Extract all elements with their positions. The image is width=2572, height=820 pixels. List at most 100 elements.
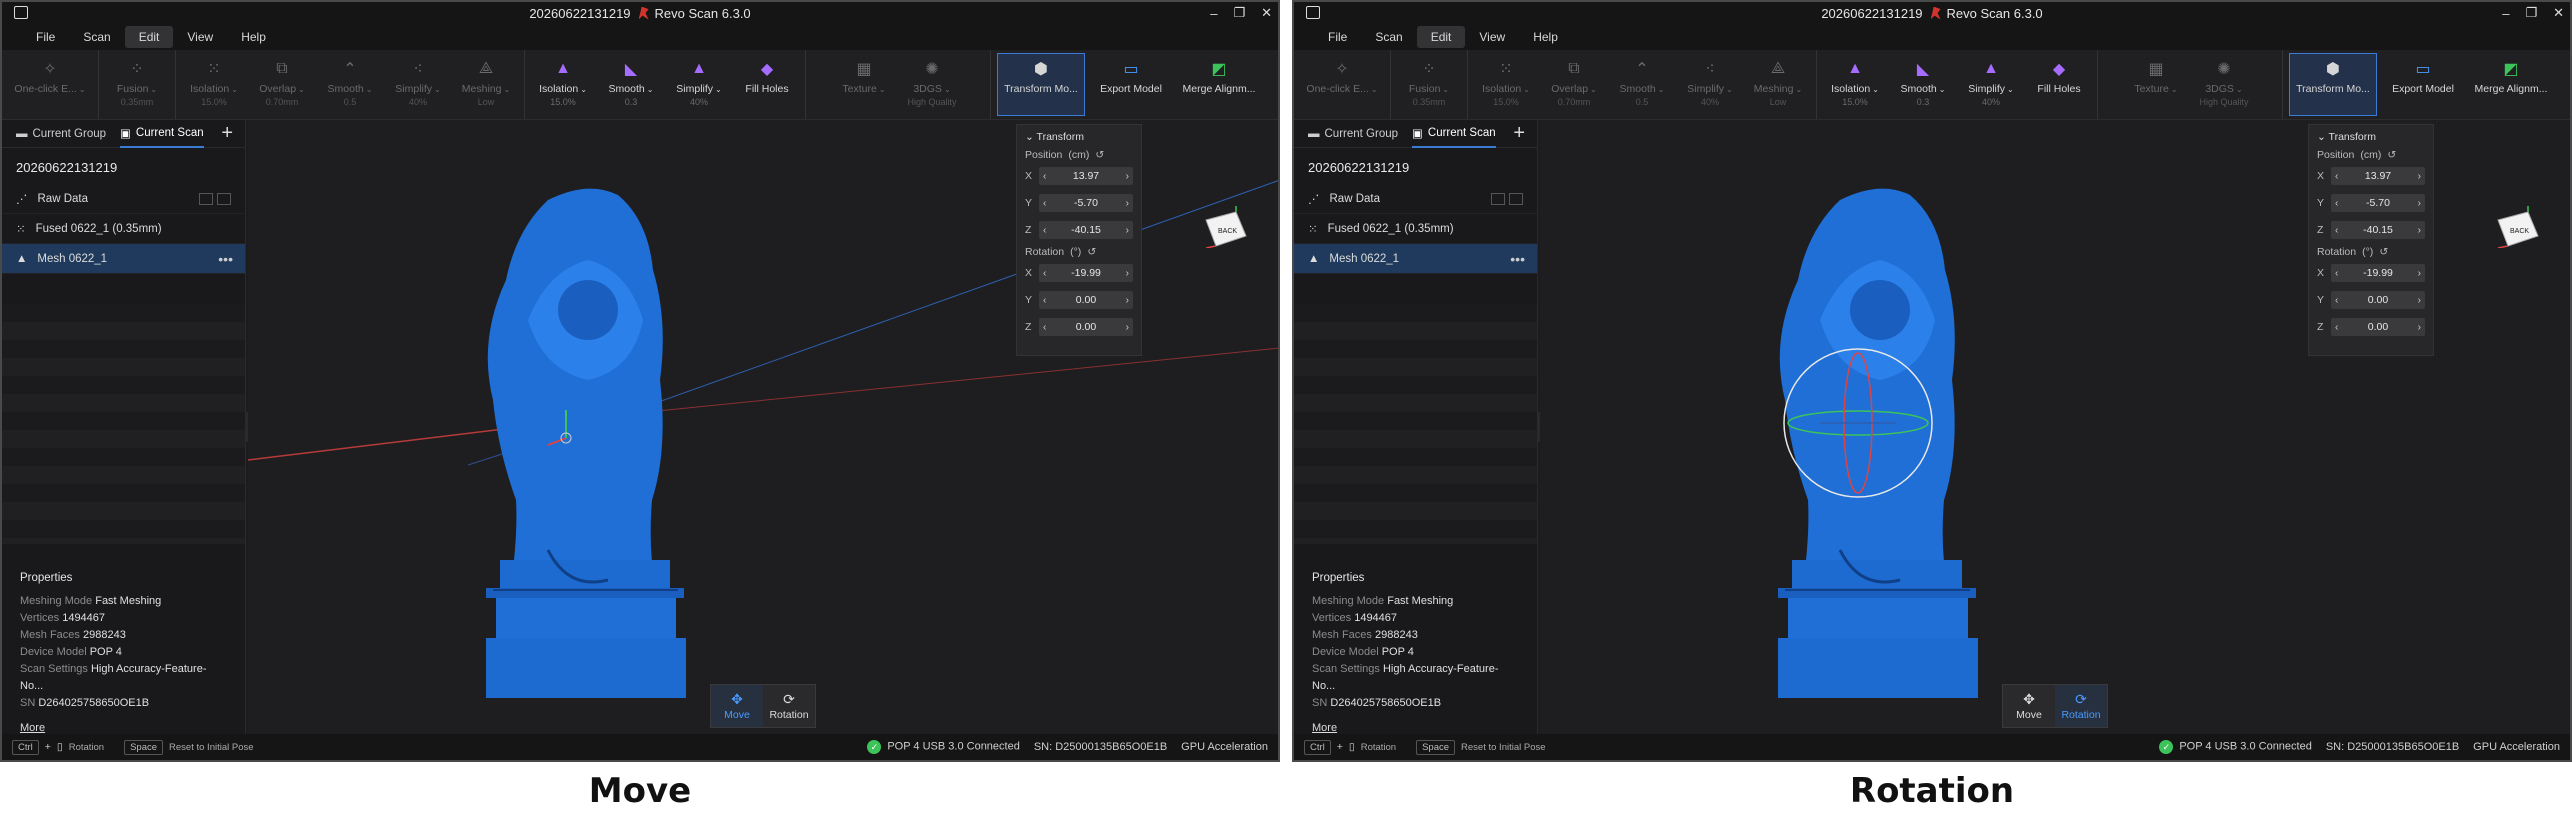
rot-z-value[interactable]: 0.00: [2368, 321, 2388, 333]
pos-y-value[interactable]: -5.70: [1074, 197, 1098, 209]
smooth-pc-button[interactable]: ⌃ Smooth ⌄ 0.5: [316, 50, 384, 119]
merge-alignment-button[interactable]: ◩ Merge Alignm...: [1175, 50, 1263, 119]
transform-header[interactable]: ⌄ Transform: [1025, 131, 1133, 143]
decrement-icon[interactable]: ‹: [2335, 171, 2338, 182]
rot-x-value[interactable]: -19.99: [1071, 267, 1101, 279]
increment-icon[interactable]: ›: [2418, 198, 2421, 209]
pos-y-value[interactable]: -5.70: [2366, 197, 2390, 209]
texture-button[interactable]: ▦ Texture ⌄: [830, 50, 898, 119]
rot-z-stepper[interactable]: ‹ 0.00 ›: [2331, 318, 2425, 336]
rotation-mode-button[interactable]: ⟳ Rotation: [763, 685, 815, 727]
increment-icon[interactable]: ›: [1126, 171, 1129, 182]
rotation-mode-button[interactable]: ⟳ Rotation: [2055, 685, 2107, 727]
increment-icon[interactable]: ›: [2418, 295, 2421, 306]
pos-z-stepper[interactable]: ‹ -40.15 ›: [1039, 221, 1133, 239]
rot-z-stepper[interactable]: ‹ 0.00 ›: [1039, 318, 1133, 336]
decrement-icon[interactable]: ‹: [2335, 225, 2338, 236]
restore-icon[interactable]: ❐: [2525, 5, 2537, 21]
rot-y-value[interactable]: 0.00: [1076, 294, 1096, 306]
menu-view[interactable]: View: [173, 26, 227, 48]
reset-position-icon[interactable]: ↺: [1095, 149, 1104, 161]
simplify-button[interactable]: ▲ Simplify ⌄ 40%: [665, 50, 733, 119]
decrement-icon[interactable]: ‹: [2335, 322, 2338, 333]
increment-icon[interactable]: ›: [2418, 268, 2421, 279]
export-model-button[interactable]: ▭ Export Model: [2379, 50, 2467, 119]
transform-model-button[interactable]: ⬢ Transform Mo...: [997, 53, 1085, 116]
menu-help[interactable]: Help: [227, 26, 280, 48]
isolation-pc-button[interactable]: ⁙ Isolation ⌄ 15.0%: [180, 50, 248, 119]
texture-button[interactable]: ▦ Texture ⌄: [2122, 50, 2190, 119]
move-mode-button[interactable]: ✥ Move: [2003, 685, 2055, 727]
oneclick-button[interactable]: ✧ One-click E... ⌄: [1298, 50, 1386, 119]
reset-position-icon[interactable]: ↺: [2387, 149, 2396, 161]
menu-help[interactable]: Help: [1519, 26, 1572, 48]
close-icon[interactable]: ✕: [2553, 5, 2564, 21]
minimize-icon[interactable]: –: [1210, 6, 1217, 21]
smooth-pc-button[interactable]: ⌃ Smooth ⌄ 0.5: [1608, 50, 1676, 119]
oneclick-button[interactable]: ✧ One-click E... ⌄: [6, 50, 94, 119]
increment-icon[interactable]: ›: [2418, 322, 2421, 333]
menu-view[interactable]: View: [1465, 26, 1519, 48]
add-icon[interactable]: +: [221, 122, 233, 145]
smooth-button[interactable]: ◣ Smooth ⌄ 0.3: [1889, 50, 1957, 119]
pos-x-stepper[interactable]: ‹ 13.97 ›: [1039, 167, 1133, 185]
pos-y-stepper[interactable]: ‹ -5.70 ›: [2331, 194, 2425, 212]
close-icon[interactable]: ✕: [1261, 5, 1272, 21]
decrement-icon[interactable]: ‹: [1043, 268, 1046, 279]
transform-header[interactable]: ⌄ Transform: [2317, 131, 2425, 143]
more-options-icon[interactable]: •••: [218, 251, 233, 267]
rot-x-value[interactable]: -19.99: [2363, 267, 2393, 279]
decrement-icon[interactable]: ‹: [1043, 171, 1046, 182]
fill-holes-button[interactable]: ◆ Fill Holes: [2025, 50, 2093, 119]
tree-item-raw-data[interactable]: ⋰ Raw Data: [2, 184, 245, 214]
frame-toggle-icon[interactable]: [1509, 192, 1523, 205]
pos-x-value[interactable]: 13.97: [2365, 170, 2391, 182]
export-model-button[interactable]: ▭ Export Model: [1087, 50, 1175, 119]
fusion-button[interactable]: ⁘ Fusion ⌄ 0.35mm: [103, 50, 171, 119]
increment-icon[interactable]: ›: [1126, 295, 1129, 306]
menu-file[interactable]: File: [22, 26, 69, 48]
menu-edit[interactable]: Edit: [124, 26, 174, 48]
decrement-icon[interactable]: ‹: [2335, 268, 2338, 279]
3dgs-button[interactable]: ✺ 3DGS ⌄ High Quality: [2190, 50, 2258, 119]
rot-x-stepper[interactable]: ‹ -19.99 ›: [1039, 264, 1133, 282]
tab-current-group[interactable]: ▬ Current Group: [16, 120, 106, 148]
isolation-pc-button[interactable]: ⁙ Isolation ⌄ 15.0%: [1472, 50, 1540, 119]
transform-model-button[interactable]: ⬢ Transform Mo...: [2289, 53, 2377, 116]
increment-icon[interactable]: ›: [1126, 225, 1129, 236]
increment-icon[interactable]: ›: [1126, 268, 1129, 279]
points-toggle-icon[interactable]: [199, 192, 213, 205]
view-cube[interactable]: BACK: [1204, 206, 1248, 248]
isolation-button[interactable]: ▲ Isolation ⌄ 15.0%: [1821, 50, 1889, 119]
increment-icon[interactable]: ›: [2418, 171, 2421, 182]
decrement-icon[interactable]: ‹: [1043, 225, 1046, 236]
frame-toggle-icon[interactable]: [217, 192, 231, 205]
pos-z-value[interactable]: -40.15: [2363, 224, 2393, 236]
fill-holes-button[interactable]: ◆ Fill Holes: [733, 50, 801, 119]
smooth-button[interactable]: ◣ Smooth ⌄ 0.3: [597, 50, 665, 119]
lion-model[interactable]: [1778, 188, 1978, 698]
simplify-pc-button[interactable]: ⁖ Simplify ⌄ 40%: [1676, 50, 1744, 119]
rot-y-stepper[interactable]: ‹ 0.00 ›: [1039, 291, 1133, 309]
decrement-icon[interactable]: ‹: [1043, 322, 1046, 333]
rot-x-stepper[interactable]: ‹ -19.99 ›: [2331, 264, 2425, 282]
rot-y-stepper[interactable]: ‹ 0.00 ›: [2331, 291, 2425, 309]
decrement-icon[interactable]: ‹: [1043, 295, 1046, 306]
merge-alignment-button[interactable]: ◩ Merge Alignm...: [2467, 50, 2555, 119]
pos-y-stepper[interactable]: ‹ -5.70 ›: [1039, 194, 1133, 212]
tree-item-mesh[interactable]: ▲ Mesh 0622_1 •••: [1294, 244, 1537, 274]
menu-scan[interactable]: Scan: [69, 26, 124, 48]
restore-icon[interactable]: ❐: [1233, 5, 1245, 21]
tab-current-group[interactable]: ▬ Current Group: [1308, 120, 1398, 148]
overlap-button[interactable]: ⧉ Overlap ⌄ 0.70mm: [248, 50, 316, 119]
decrement-icon[interactable]: ‹: [2335, 295, 2338, 306]
pos-z-stepper[interactable]: ‹ -40.15 ›: [2331, 221, 2425, 239]
pos-x-value[interactable]: 13.97: [1073, 170, 1099, 182]
3dgs-button[interactable]: ✺ 3DGS ⌄ High Quality: [898, 50, 966, 119]
decrement-icon[interactable]: ‹: [2335, 198, 2338, 209]
menu-file[interactable]: File: [1314, 26, 1361, 48]
minimize-icon[interactable]: –: [2502, 6, 2509, 21]
decrement-icon[interactable]: ‹: [1043, 198, 1046, 209]
more-options-icon[interactable]: •••: [1510, 251, 1525, 267]
pos-x-stepper[interactable]: ‹ 13.97 ›: [2331, 167, 2425, 185]
